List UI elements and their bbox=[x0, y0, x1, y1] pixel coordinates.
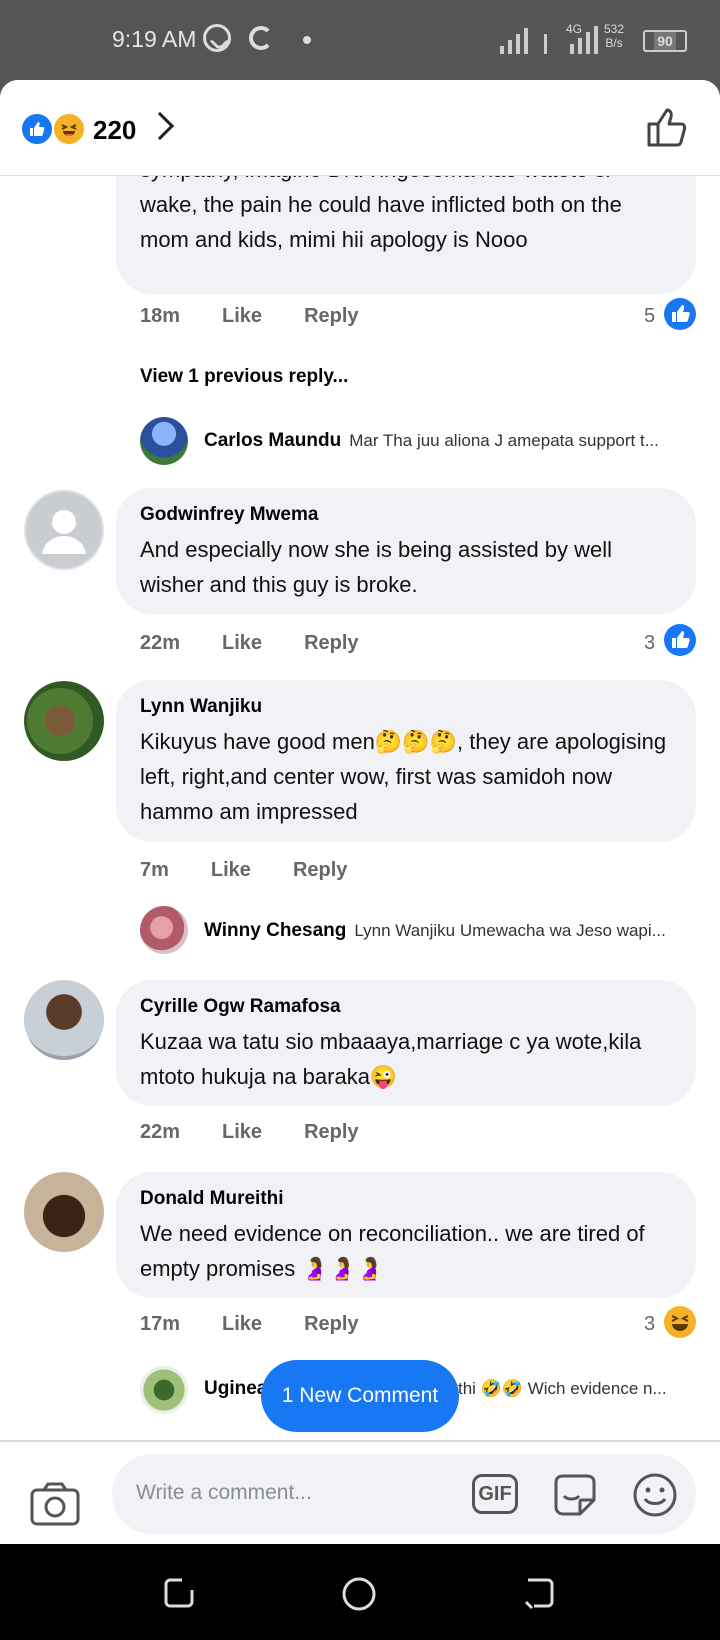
avatar[interactable] bbox=[24, 490, 104, 570]
reply-preview-text[interactable]: thi 🤣🤣 Wich evidence n... bbox=[458, 1378, 667, 1400]
comment-bubble[interactable]: Cyrille Ogw Ramafosa Kuzaa wa tatu sio m… bbox=[116, 980, 696, 1106]
reply-button[interactable]: Reply bbox=[304, 1313, 358, 1336]
comment-actions: 22m Like Reply bbox=[140, 1121, 401, 1144]
like-button[interactable]: Like bbox=[211, 859, 251, 882]
haha-reaction-icon bbox=[52, 112, 86, 146]
comment-actions: 22m Like Reply bbox=[140, 632, 401, 655]
like-button[interactable]: Like bbox=[222, 1313, 262, 1336]
reply-text: Lynn Wanjiku Umewacha wa Jeso wapi... bbox=[354, 921, 666, 940]
comment-text: Kuzaa wa tatu sio mbaaaya,marriage c ya … bbox=[140, 1029, 642, 1089]
reply-text: Mar Tha juu aliona J amepata support t..… bbox=[349, 431, 659, 450]
comment-bubble[interactable]: Godwinfrey Mwema And especially now she … bbox=[116, 488, 696, 614]
comment-composer: Write a comment... GIF bbox=[0, 1440, 720, 1544]
reply-preview[interactable]: Winny Chesang Lynn Wanjiku Umewacha wa Je… bbox=[204, 920, 666, 942]
comment-actions: 18m Like Reply bbox=[140, 305, 401, 328]
reaction-count[interactable]: 5 bbox=[644, 305, 655, 328]
comment-author[interactable]: Donald Mureithi bbox=[140, 1188, 672, 1210]
reply-button[interactable]: Reply bbox=[304, 305, 358, 328]
network-type: 4G bbox=[566, 22, 583, 36]
camera-icon[interactable] bbox=[30, 1482, 80, 1526]
like-button[interactable]: Like bbox=[222, 632, 262, 655]
app-notification-icon bbox=[249, 26, 273, 50]
like-post-icon[interactable] bbox=[646, 105, 690, 149]
reply-author: Winny Chesang bbox=[204, 920, 347, 941]
chevron-right-icon[interactable] bbox=[145, 111, 175, 141]
comment-text: Kikuyus have good men🤔🤔🤔, they are apolo… bbox=[140, 729, 667, 824]
reply-preview[interactable]: Carlos Maundu Mar Tha juu aliona J amepat… bbox=[204, 430, 659, 452]
comment-author[interactable]: Cyrille Ogw Ramafosa bbox=[140, 996, 672, 1018]
gif-button[interactable]: GIF bbox=[472, 1474, 518, 1514]
avatar[interactable] bbox=[24, 681, 104, 761]
whatsapp-icon bbox=[203, 24, 231, 52]
comment-bubble[interactable]: Lynn Wanjiku Kikuyus have good men🤔🤔🤔, t… bbox=[116, 680, 696, 842]
back-icon[interactable] bbox=[522, 1576, 556, 1610]
reaction-count[interactable]: 3 bbox=[644, 632, 655, 655]
comment-author[interactable]: Lynn Wanjiku bbox=[140, 696, 672, 718]
reactions-header: 220 bbox=[0, 80, 720, 176]
reply-button[interactable]: Reply bbox=[304, 632, 358, 655]
network-speed: 532 B/s bbox=[604, 22, 625, 50]
comment-time: 22m bbox=[140, 1121, 181, 1143]
comment-bubble[interactable]: Donald Mureithi We need evidence on reco… bbox=[116, 1172, 696, 1298]
reply-author: Carlos Maundu bbox=[204, 430, 342, 451]
battery-icon: 90 bbox=[643, 30, 687, 52]
avatar[interactable] bbox=[140, 1366, 188, 1414]
view-previous-replies[interactable]: View 1 previous reply... bbox=[140, 366, 348, 388]
more-notifications-dot bbox=[303, 36, 311, 44]
status-bar: 9:19 AM 4G 532 B/s 90 bbox=[0, 0, 720, 80]
reaction-count[interactable]: 3 bbox=[644, 1313, 655, 1336]
home-icon[interactable] bbox=[341, 1576, 377, 1612]
haha-reaction-icon bbox=[664, 1306, 696, 1338]
reply-author: Uginea bbox=[204, 1378, 268, 1399]
reaction-count[interactable]: 220 bbox=[93, 115, 136, 146]
avatar[interactable] bbox=[140, 417, 188, 465]
comment-time: 17m bbox=[140, 1313, 181, 1335]
avatar[interactable] bbox=[24, 1172, 104, 1252]
status-time: 9:19 AM bbox=[112, 26, 197, 52]
emoji-icon[interactable] bbox=[632, 1472, 678, 1518]
comment-time: 18m bbox=[140, 305, 181, 327]
recent-apps-icon[interactable] bbox=[162, 1576, 196, 1610]
sticker-icon[interactable] bbox=[552, 1472, 598, 1518]
comment-author[interactable]: Godwinfrey Mwema bbox=[140, 504, 672, 526]
like-reaction-icon bbox=[664, 624, 696, 656]
avatar[interactable] bbox=[140, 906, 188, 954]
comment-text: And especially now she is being assisted… bbox=[140, 537, 613, 597]
comment-input[interactable]: Write a comment... GIF bbox=[112, 1454, 696, 1534]
like-reaction-icon bbox=[664, 298, 696, 330]
like-reaction-icon bbox=[20, 112, 54, 146]
like-button[interactable]: Like bbox=[222, 1121, 262, 1144]
reply-text: thi 🤣🤣 Wich evidence n... bbox=[458, 1379, 667, 1398]
new-comment-button[interactable]: 1 New Comment bbox=[261, 1360, 459, 1432]
like-button[interactable]: Like bbox=[222, 305, 262, 328]
comment-time: 22m bbox=[140, 632, 181, 654]
signal-icon bbox=[500, 26, 600, 54]
comment-placeholder: Write a comment... bbox=[136, 1481, 312, 1504]
comment-actions: 7m Like Reply bbox=[140, 859, 389, 882]
reply-button[interactable]: Reply bbox=[293, 859, 347, 882]
system-nav-bar bbox=[0, 1544, 720, 1640]
reply-button[interactable]: Reply bbox=[304, 1121, 358, 1144]
comments-sheet: 220 sympathy, imagine DNA ingesema hao w… bbox=[0, 80, 720, 1544]
comment-actions: 17m Like Reply bbox=[140, 1313, 401, 1336]
avatar[interactable] bbox=[24, 980, 104, 1060]
comment-text: We need evidence on reconciliation.. we … bbox=[140, 1221, 645, 1281]
comment-time: 7m bbox=[140, 859, 169, 881]
